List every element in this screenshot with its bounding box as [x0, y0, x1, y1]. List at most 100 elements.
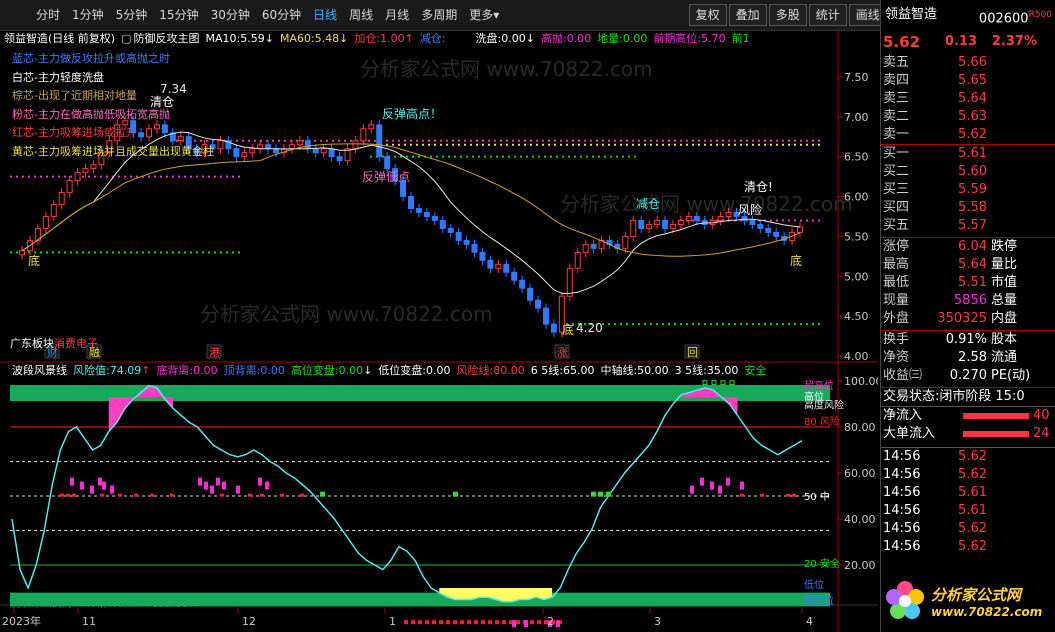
event-tag[interactable]: 港 [209, 346, 220, 359]
candle-body[interactable] [685, 215, 692, 221]
candle-body[interactable] [439, 219, 446, 229]
bid-row[interactable]: 买一 5.61 [881, 145, 1055, 163]
toolbar-button-3[interactable]: 统计 [808, 4, 847, 26]
candle-body[interactable] [312, 148, 319, 154]
candle-body[interactable] [233, 148, 240, 158]
candle-body[interactable] [376, 124, 383, 158]
period-tab-8[interactable]: 月线 [379, 0, 415, 30]
candle-body[interactable] [654, 219, 661, 225]
bid-row[interactable]: 买四 5.58 [881, 199, 1055, 217]
ask-row[interactable]: 卖四 5.65 [881, 72, 1055, 90]
candle-body[interactable] [757, 223, 764, 229]
bid-row[interactable]: 买二 5.60 [881, 163, 1055, 181]
ask-row[interactable]: 卖一 5.62 [881, 126, 1055, 144]
candle-body[interactable] [590, 243, 597, 249]
candle-body[interactable] [519, 279, 526, 289]
candle-body[interactable] [511, 271, 518, 281]
ask-row[interactable]: 卖五 5.66 [881, 54, 1055, 72]
candle-body[interactable] [304, 140, 311, 150]
toolbar-button-1[interactable]: 叠加 [728, 4, 767, 26]
candle-body[interactable] [288, 144, 295, 150]
period-tab-6[interactable]: 日线 [307, 0, 343, 30]
candle-body[interactable] [320, 148, 327, 154]
candle-body[interactable] [336, 156, 343, 162]
candle-body[interactable] [249, 148, 256, 154]
candle-body[interactable] [662, 219, 669, 229]
candle-body[interactable] [296, 140, 303, 146]
toolbar-button-0[interactable]: 复权 [688, 4, 727, 26]
candle-body[interactable] [90, 164, 97, 170]
candle-body[interactable] [368, 124, 375, 130]
candle-body[interactable] [646, 223, 653, 229]
candle-body[interactable] [527, 287, 534, 301]
candle-body[interactable] [622, 235, 629, 249]
period-tab-10[interactable]: 更多▾ [463, 0, 505, 30]
candle-body[interactable] [542, 307, 549, 325]
candle-body[interactable] [455, 231, 462, 241]
candle-body[interactable] [479, 251, 486, 261]
candle-body[interactable] [638, 219, 645, 229]
bid-row[interactable]: 买三 5.59 [881, 181, 1055, 199]
candle-body[interactable] [487, 259, 494, 269]
candle-body[interactable] [717, 215, 724, 221]
candle-body[interactable] [352, 140, 359, 150]
period-tab-4[interactable]: 30分钟 [205, 0, 256, 30]
chevron-down-icon[interactable]: ▾ [493, 8, 499, 22]
ask-row[interactable]: 卖三 5.64 [881, 90, 1055, 108]
period-tab-7[interactable]: 周线 [343, 0, 379, 30]
candle-body[interactable] [360, 128, 367, 142]
period-tab-0[interactable]: 分时 [30, 0, 66, 30]
candle-body[interactable] [447, 227, 454, 233]
candle-body[interactable] [408, 196, 414, 210]
candle-body[interactable] [463, 239, 470, 245]
candle-body[interactable] [749, 219, 756, 225]
candle-body[interactable] [265, 144, 272, 150]
candle-body[interactable] [693, 215, 700, 221]
candle-body[interactable] [50, 204, 57, 217]
candle-body[interactable] [217, 140, 224, 150]
candle-body[interactable] [765, 227, 772, 233]
candle-body[interactable] [773, 231, 780, 237]
period-tab-3[interactable]: 15分钟 [153, 0, 204, 30]
candle-body[interactable] [503, 263, 510, 273]
period-tab-5[interactable]: 60分钟 [256, 0, 307, 30]
period-tab-9[interactable]: 多周期 [415, 0, 463, 30]
candle-body[interactable] [582, 243, 589, 253]
period-tab-2[interactable]: 5分钟 [110, 0, 154, 30]
formula-name[interactable]: 防御反攻主图 [134, 31, 200, 47]
candle-body[interactable] [669, 223, 676, 229]
stat-label: 净资 [883, 350, 910, 365]
candle-body[interactable] [566, 267, 573, 297]
candle-body[interactable] [82, 168, 89, 174]
candle-body[interactable] [574, 251, 581, 269]
candle-body[interactable] [241, 152, 248, 158]
candle-body[interactable] [423, 211, 430, 217]
osc-name[interactable]: 波段风景线 [12, 363, 67, 379]
candle-body[interactable] [273, 148, 280, 154]
candle-body[interactable] [74, 172, 81, 182]
candle-body[interactable] [725, 211, 732, 217]
ask-row[interactable]: 卖二 5.63 [881, 108, 1055, 126]
event-tag[interactable]: 涨 [557, 346, 568, 359]
candle-body[interactable] [630, 219, 637, 237]
candle-body[interactable] [328, 148, 335, 158]
stat-row: 净资 2.58 流通 [881, 349, 1055, 367]
event-tag[interactable]: 回 [687, 346, 698, 359]
period-tab-1[interactable]: 1分钟 [66, 0, 110, 30]
bid-row[interactable]: 买五 5.57 [881, 217, 1055, 235]
candle-body[interactable] [42, 215, 49, 229]
candle-body[interactable] [384, 156, 391, 170]
candle-body[interactable] [797, 226, 803, 233]
candle-body[interactable] [495, 263, 502, 269]
candle-body[interactable] [535, 299, 542, 309]
candle-body[interactable] [677, 219, 684, 225]
square-icon[interactable]: ▢ [121, 31, 131, 47]
candle-body[interactable] [550, 323, 557, 333]
candle-body[interactable] [58, 192, 65, 206]
candle-body[interactable] [431, 215, 438, 221]
candle-body[interactable] [415, 208, 422, 213]
candle-body[interactable] [471, 243, 478, 253]
toolbar-button-2[interactable]: 多股 [768, 4, 807, 26]
candle-body[interactable] [66, 180, 73, 194]
candle-body[interactable] [19, 250, 25, 256]
